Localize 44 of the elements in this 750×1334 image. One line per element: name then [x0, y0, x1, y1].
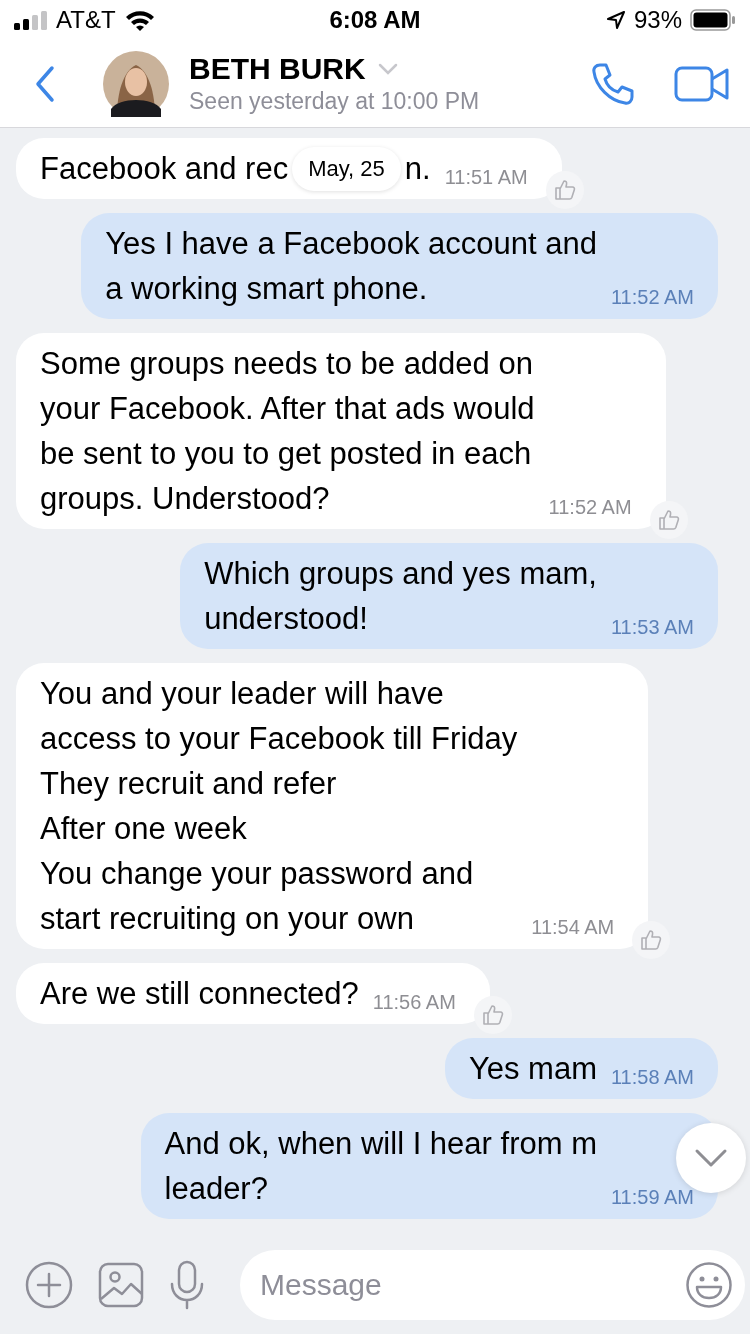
- clock-time: 6:08 AM: [329, 6, 421, 34]
- emoji-icon[interactable]: [685, 1260, 733, 1309]
- message-time: 11:56 AM: [372, 990, 456, 1014]
- message-input[interactable]: Message: [258, 1266, 685, 1303]
- chevron-down-icon[interactable]: [377, 63, 398, 75]
- message-text: n.: [404, 150, 431, 188]
- like-button[interactable]: [545, 171, 584, 209]
- add-button[interactable]: [24, 1259, 74, 1310]
- contact-name[interactable]: BETH BURK: [189, 52, 366, 86]
- thumbs-up-icon[interactable]: [656, 508, 681, 532]
- message-text: Facebook and rec: [40, 150, 289, 188]
- gallery-button[interactable]: [98, 1261, 144, 1308]
- microphone-button[interactable]: [168, 1259, 206, 1310]
- date-label: May, 25: [292, 146, 401, 191]
- message-time: 11:54 AM: [531, 915, 615, 939]
- message-time: 11:53 AM: [610, 615, 694, 639]
- message-time: 11:52 AM: [548, 495, 632, 519]
- seen-status: Seen yesterday at 10:00 PM: [189, 88, 481, 115]
- battery-percentage: 93%: [633, 6, 682, 34]
- message-text: Some groups needs to be added on your Facebook. After that ads would be sent to you to get posted in each groups. Understood?: [40, 345, 535, 518]
- thumbs-up-icon[interactable]: [552, 178, 577, 202]
- message-text: Which groups and yes mam, understood!: [204, 555, 597, 638]
- back-button[interactable]: [34, 64, 56, 103]
- thumbs-up-icon[interactable]: [480, 1003, 505, 1027]
- message-text: And ok, when will I hear from m leader?: [164, 1125, 597, 1208]
- like-button[interactable]: [632, 921, 671, 959]
- message-time: 11:52 AM: [610, 285, 694, 309]
- message-time: 11:59 AM: [610, 1185, 694, 1209]
- signal-icon: [14, 10, 48, 30]
- message-field[interactable]: Message: [240, 1249, 745, 1320]
- message-text: Yes mam: [468, 1050, 597, 1088]
- message-text: You and your leader will have access to your Facebook till Friday They recruit and refer After one week You change your password and start recruiting on your own: [40, 675, 518, 938]
- thumbs-up-icon[interactable]: [639, 928, 664, 952]
- battery-icon: [690, 9, 736, 31]
- message-time: 11:51 AM: [444, 165, 528, 189]
- like-button[interactable]: [473, 996, 512, 1034]
- location-arrow-icon: [605, 10, 626, 30]
- message-text: Yes I have a Facebook account and a working smart phone.: [105, 225, 597, 308]
- chevron-down-icon[interactable]: [693, 1147, 729, 1169]
- avatar[interactable]: [103, 50, 169, 117]
- message-text: Are we still connected?: [40, 975, 359, 1013]
- like-button[interactable]: [649, 501, 688, 539]
- message-time: 11:58 AM: [610, 1065, 694, 1089]
- carrier-label: AT&T: [56, 6, 116, 34]
